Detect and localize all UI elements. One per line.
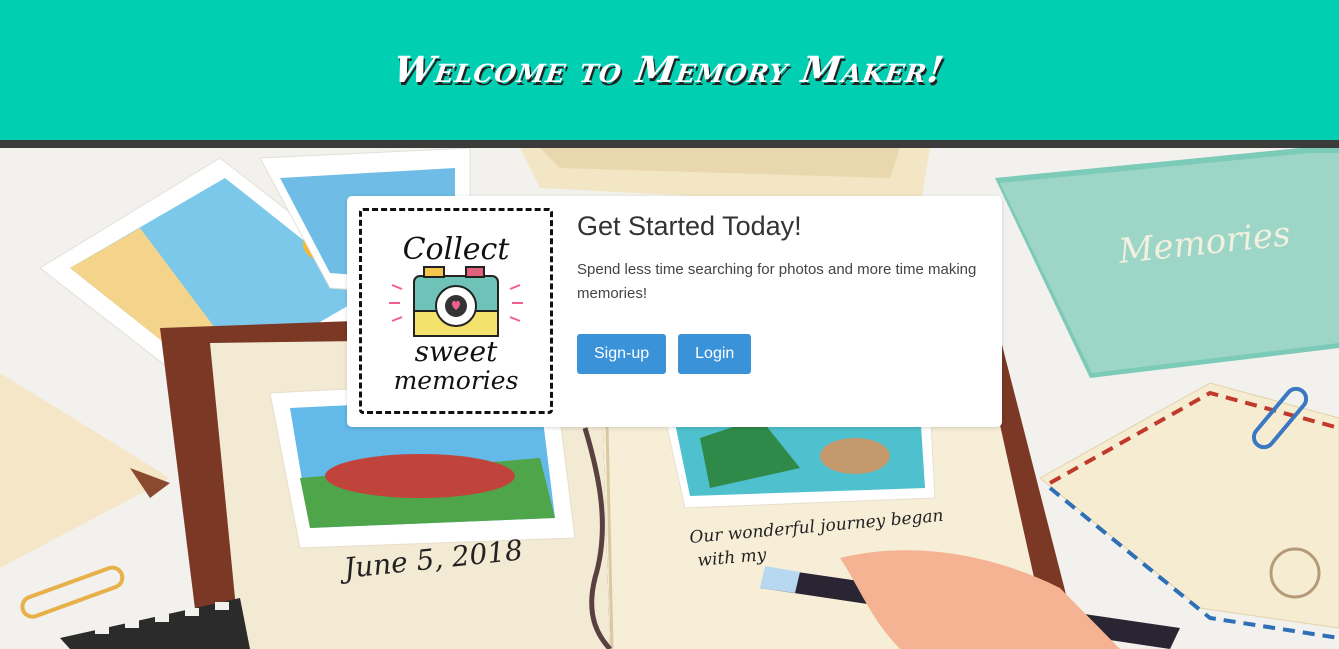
signup-button[interactable]: Sign-up [577, 334, 667, 374]
logo-text-memories: memories [394, 366, 519, 395]
logo-text-sweet: sweet [415, 335, 498, 368]
card-body: Get Started Today! Spend less time searc… [577, 210, 977, 374]
card-title: Get Started Today! [577, 211, 802, 241]
card-description: Spend less time searching for photos and… [577, 261, 977, 302]
collect-sweet-memories-logo: Collect sweet memories [359, 208, 553, 414]
auth-buttons: Sign-up Login [577, 334, 977, 374]
login-button[interactable]: Login [678, 334, 752, 374]
header-divider [0, 140, 1339, 148]
page-title: Welcome to Memory Maker! [391, 49, 948, 91]
logo-text-collect: Collect [403, 232, 511, 267]
get-started-card: Collect sweet memories Get Started Today… [347, 196, 1002, 427]
camera-icon [389, 266, 523, 337]
site-header: Welcome to Memory Maker! [0, 0, 1339, 140]
